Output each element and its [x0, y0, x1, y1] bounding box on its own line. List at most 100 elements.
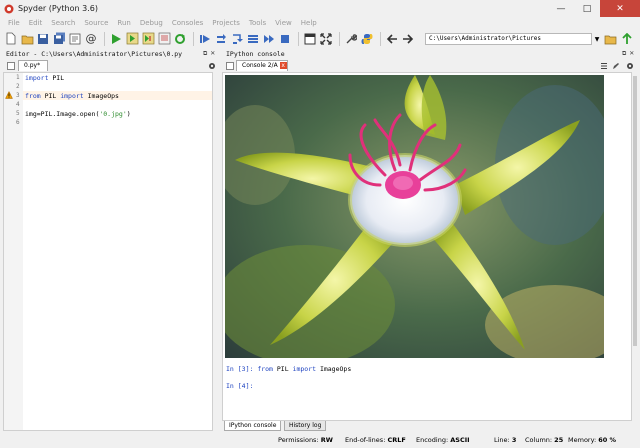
editor-tab-bar: 0.py*x — [0, 60, 218, 79]
ipython-console[interactable]: In [3]: from PIL import ImageOps In [4]: — [222, 72, 632, 421]
menu-search[interactable]: Search — [51, 19, 75, 27]
menu-projects[interactable]: Projects — [212, 19, 240, 27]
save-all-icon[interactable] — [52, 32, 66, 46]
menu-run[interactable]: Run — [117, 19, 130, 27]
undock-editor-icon[interactable]: ⧉ — [203, 50, 207, 58]
minimize-button[interactable]: — — [548, 0, 574, 17]
console-tab-2a[interactable]: Console 2/A x — [236, 60, 288, 71]
code-token: from — [25, 92, 41, 100]
editor-gutter — [4, 73, 23, 430]
open-file-icon[interactable] — [20, 32, 34, 46]
line-number: 5 — [16, 110, 20, 117]
browse-folder-icon[interactable] — [603, 32, 617, 46]
code-line: import PIL — [25, 74, 64, 82]
debug-icon[interactable] — [198, 32, 212, 46]
title-bar: Spyder (Python 3.6) — □ ✕ — [0, 0, 640, 17]
menu-bar: File Edit Search Source Run Debug Consol… — [0, 17, 640, 28]
menu-consoles[interactable]: Consoles — [172, 19, 203, 27]
close-console-pane-icon[interactable]: ✕ — [629, 50, 634, 58]
console-browse-tabs-icon[interactable] — [226, 62, 234, 70]
stop-debug-icon[interactable] — [278, 32, 292, 46]
in3-import: import — [292, 365, 317, 373]
code-token: img=PIL.Image.open( — [25, 110, 100, 118]
window-title: Spyder (Python 3.6) — [18, 4, 98, 13]
status-permissions: Permissions: RW — [278, 436, 333, 444]
run-cell-icon[interactable] — [125, 32, 139, 46]
console-tab-bar: Console 2/A x — [222, 60, 640, 72]
console-scrollbar[interactable] — [632, 72, 638, 421]
save-icon[interactable] — [36, 32, 50, 46]
menu-source[interactable]: Source — [84, 19, 108, 27]
spyder-app-icon — [4, 4, 14, 13]
rerun-icon[interactable] — [173, 32, 187, 46]
tab-history-log[interactable]: History log — [284, 421, 327, 431]
new-file-icon[interactable] — [4, 32, 18, 46]
maximize-pane-icon[interactable] — [303, 32, 317, 46]
menu-view[interactable]: View — [275, 19, 292, 27]
code-token: ) — [126, 110, 131, 118]
code-token: PIL — [48, 74, 65, 82]
menu-edit[interactable]: Edit — [29, 19, 43, 27]
console-tab-label: Console 2/A — [242, 62, 278, 69]
close-window-button[interactable]: ✕ — [600, 0, 640, 17]
editor-tab-label: 0.py* — [24, 62, 41, 69]
code-token: import — [25, 74, 49, 82]
code-token: PIL — [40, 92, 61, 100]
menu-tools[interactable]: Tools — [249, 19, 266, 27]
in3-prompt: In [3]: — [226, 365, 258, 373]
tab-ipython-console[interactable]: IPython console — [224, 421, 282, 431]
back-arrow-icon[interactable] — [385, 32, 399, 46]
menu-help[interactable]: Help — [301, 19, 317, 27]
maximize-button[interactable]: □ — [574, 0, 600, 17]
line-number: 4 — [16, 101, 20, 108]
editor-tab-0py[interactable]: 0.py*x — [18, 60, 48, 79]
parent-directory-icon[interactable] — [620, 32, 634, 46]
line-number: 6 — [16, 119, 20, 126]
plotted-flower-image — [225, 75, 604, 358]
code-editor[interactable]: 1 import PIL 2 3 from PIL import ImageOps 4 5 i… — [3, 72, 213, 431]
fullscreen-icon[interactable] — [319, 32, 333, 46]
editor-options-gear-icon[interactable] — [208, 62, 216, 70]
warning-icon[interactable] — [5, 91, 13, 99]
code-line: from PIL import ImageOps — [25, 92, 119, 100]
status-eol: End-of-lines: CRLF — [345, 436, 406, 444]
console-input-4-prompt: In [4]: — [226, 382, 254, 390]
status-bar: Permissions: RW End-of-lines: CRLF Encod… — [0, 432, 640, 448]
console-options-gear-icon[interactable] — [626, 62, 634, 70]
undock-console-icon[interactable]: ⧉ — [622, 50, 626, 58]
console-input-3: In [3]: from PIL import ImageOps — [226, 365, 351, 373]
menu-file[interactable]: File — [8, 19, 20, 27]
line-number: 3 — [16, 92, 20, 99]
in3-mid: PIL — [272, 365, 293, 373]
editor-scrollbar[interactable] — [213, 72, 218, 431]
console-pane-header: IPython console — [226, 50, 285, 58]
close-console-tab-icon[interactable]: x — [279, 62, 287, 69]
working-directory-input[interactable]: C:\Users\Administrator\Pictures — [425, 33, 592, 45]
line-number: 1 — [16, 74, 20, 81]
step-icon[interactable] — [214, 32, 228, 46]
menu-debug[interactable]: Debug — [140, 19, 163, 27]
code-token: import — [60, 92, 84, 100]
at-symbol-icon[interactable]: @ — [84, 32, 98, 46]
run-icon[interactable] — [109, 32, 123, 46]
path-dropdown-icon[interactable]: ▼ — [593, 33, 601, 45]
in3-end: ImageOps — [316, 365, 352, 373]
step-into-icon[interactable] — [230, 32, 244, 46]
console-scroll-thumb[interactable] — [633, 76, 637, 346]
code-token: ImageOps — [83, 92, 119, 100]
status-line: Line: 3 — [494, 436, 517, 444]
console-menu-icon[interactable] — [600, 62, 608, 70]
preferences-icon[interactable] — [344, 32, 358, 46]
code-token: '0.jpg' — [99, 110, 127, 118]
browse-tabs-icon[interactable] — [68, 32, 82, 46]
console-edit-icon[interactable] — [612, 62, 620, 70]
forward-arrow-icon[interactable] — [401, 32, 415, 46]
editor-browse-tabs-icon[interactable] — [7, 62, 15, 70]
python-path-icon[interactable] — [360, 32, 374, 46]
status-memory: Memory: 60 % — [568, 436, 617, 444]
continue-icon[interactable] — [262, 32, 276, 46]
run-selection-icon[interactable] — [157, 32, 171, 46]
close-editor-pane-icon[interactable]: ✕ — [210, 50, 215, 58]
run-cell-advance-icon[interactable] — [141, 32, 155, 46]
step-return-icon[interactable] — [246, 32, 260, 46]
